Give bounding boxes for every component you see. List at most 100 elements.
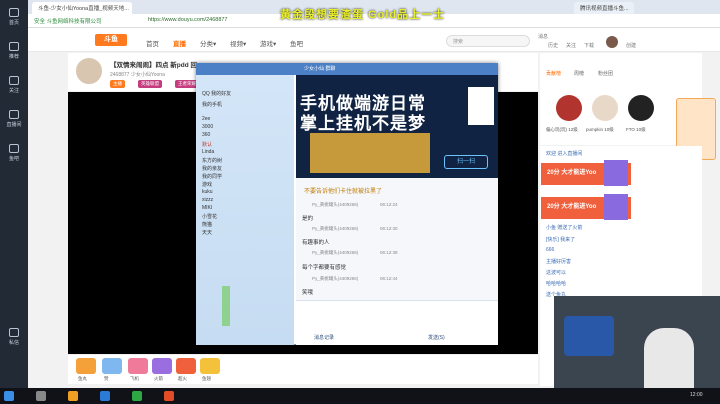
chat-message: 666	[546, 247, 555, 253]
start-icon[interactable]	[4, 391, 14, 401]
gift-item[interactable]	[152, 358, 172, 374]
qq-contact-item[interactable]: 我的同学	[202, 173, 222, 180]
rail-item-yuba[interactable]: 鱼吧	[0, 136, 28, 170]
browser-icon[interactable]	[100, 391, 110, 401]
gift-item[interactable]	[176, 358, 196, 374]
follow-button[interactable]: 关注	[566, 42, 576, 49]
message-sender: Py_黄桃罐头(4409266)	[312, 276, 359, 281]
chat-message: 欢迎 进入直播间	[546, 151, 583, 157]
qq-contact-item[interactable]: 3000	[202, 124, 213, 130]
qq-contact-item[interactable]: 我的手机	[202, 101, 222, 108]
search-input[interactable]: 搜索	[446, 35, 530, 47]
browser-tab-active[interactable]: 斗鱼-少女小仙Yoona直播_视频天地...	[32, 2, 132, 14]
rank-avatar[interactable]	[628, 95, 654, 121]
webcam-object	[564, 316, 614, 356]
stream-overlay-title: 黄金段想要渣蛋 Gold品上一士	[280, 9, 446, 21]
qq-contact-item[interactable]: 默认	[202, 141, 212, 148]
message-text: 每个字都要有感觉	[302, 265, 347, 271]
send-button[interactable]: 发送(S)	[428, 334, 445, 341]
message-button[interactable]: 消息	[538, 33, 548, 40]
banner-game-images	[310, 133, 430, 173]
rail-item-message[interactable]: 私信	[0, 320, 28, 354]
webcam-overlay	[554, 296, 720, 388]
qq-contact-item[interactable]: 天天	[202, 229, 212, 236]
qq-contact-item[interactable]: 小雪花	[202, 213, 217, 220]
nav-video[interactable]: 视频▾	[230, 38, 246, 48]
qq-ad-banner[interactable]: 手机做端游日常 掌上挂机不是梦 扫一扫	[296, 75, 498, 178]
left-rail: 首页 推荐 关注 直播间 鱼吧 私信	[0, 0, 28, 388]
volume-slider[interactable]	[222, 286, 230, 326]
site-logo[interactable]: 斗鱼	[95, 34, 127, 46]
message-time: 06:12:30	[380, 226, 398, 231]
chat-app-icon[interactable]	[132, 391, 142, 401]
rail-item-live[interactable]: 直播间	[0, 102, 28, 136]
room-meta: 2468877 少女小仙Yoona	[110, 72, 165, 78]
gift-item[interactable]	[128, 358, 148, 374]
nav-live[interactable]: 直播	[173, 38, 186, 48]
qq-contact-item[interactable]: MIKI	[202, 205, 212, 211]
rank-avatar[interactable]	[556, 95, 582, 121]
qr-code	[468, 87, 494, 125]
star-icon	[9, 42, 19, 51]
qq-contact-item[interactable]: xizzz	[202, 197, 213, 203]
qq-contact-item[interactable]: 游戏	[202, 181, 212, 188]
rail-item-home[interactable]: 首页	[0, 0, 28, 34]
qq-contact-item[interactable]: 360	[202, 132, 210, 138]
user-avatar[interactable]	[606, 36, 618, 48]
tab-weekly[interactable]: 周榜	[574, 70, 584, 77]
fish-icon	[9, 144, 19, 153]
room-tag[interactable]: 英雄联盟	[138, 80, 162, 88]
rail-item-recommend[interactable]: 推荐	[0, 34, 28, 68]
qq-contact-item[interactable]: Linda	[202, 149, 214, 155]
taskbar-clock: 12:00	[690, 392, 703, 398]
gift-item[interactable]	[200, 358, 220, 374]
browser-tab[interactable]: 腾讯视频直播斗鱼...	[574, 2, 634, 14]
qq-contact-item[interactable]: kuku	[202, 189, 213, 195]
message-text: 有趣事的人	[302, 240, 330, 246]
chat-message: 主播好厉害	[546, 259, 572, 265]
room-tag[interactable]: 主播	[110, 80, 125, 88]
qq-contact-item[interactable]: 熊猫	[202, 221, 212, 228]
nav-home[interactable]: 首页	[146, 38, 159, 48]
scan-button[interactable]: 扫一扫	[444, 155, 488, 169]
chat-message: 这波可以	[546, 270, 567, 276]
message-text: 笑哦	[302, 290, 314, 296]
rail-item-follow[interactable]: 关注	[0, 68, 28, 102]
chat-message: 小鱼 赠送了火箭	[546, 225, 583, 231]
gift-item[interactable]	[76, 358, 96, 374]
tv-icon	[9, 110, 19, 119]
heart-icon	[9, 76, 19, 85]
create-button[interactable]: 创建	[626, 42, 636, 49]
room-title: 【双情来闹闹】四点 新pdd 回	[110, 62, 198, 69]
streamer-avatar[interactable]	[74, 56, 104, 86]
app-icon[interactable]	[164, 391, 174, 401]
qq-contact-item[interactable]: 我的亲友	[202, 165, 222, 172]
home-icon	[9, 8, 19, 17]
secure-badge: 安全 斗鱼网络科技有限公司	[34, 19, 102, 25]
message-text: 是的	[302, 216, 314, 222]
gift-item[interactable]	[102, 358, 122, 374]
nav-game[interactable]: 游戏▾	[260, 38, 276, 48]
qq-contact-item[interactable]: QQ 我的好友	[202, 90, 231, 97]
promo-image	[604, 194, 628, 220]
history-button[interactable]: 历史	[548, 42, 558, 49]
url-text[interactable]: https://www.douyu.com/2468877	[148, 17, 228, 23]
nav-category[interactable]: 分类▾	[200, 38, 216, 48]
qq-message-input[interactable]: 消息记录 发送(S)	[296, 300, 498, 345]
message-sender: Py_黄桃罐头(4409266)	[312, 250, 359, 255]
tab-fans[interactable]: 粉丝团	[598, 70, 613, 77]
folder-icon[interactable]	[68, 391, 78, 401]
qq-contact-item[interactable]: 东方的树	[202, 157, 222, 164]
announce-text: 不要告诉他们卡住就被拉黑了	[304, 189, 383, 195]
search-icon[interactable]	[36, 391, 46, 401]
nav-yuba[interactable]: 鱼吧	[290, 38, 303, 48]
webcam-person	[644, 328, 694, 388]
rank-avatar[interactable]	[592, 95, 618, 121]
qq-contact-item[interactable]: 2ee	[202, 116, 210, 122]
download-button[interactable]: 下载	[584, 42, 594, 49]
qq-titlebar[interactable]: 少女小仙 群聊	[196, 63, 498, 75]
message-time: 06:12:44	[380, 276, 398, 281]
message-time: 06:12:38	[380, 250, 398, 255]
tab-contribution[interactable]: 贡献榜	[546, 70, 561, 77]
history-button[interactable]: 消息记录	[314, 334, 334, 341]
